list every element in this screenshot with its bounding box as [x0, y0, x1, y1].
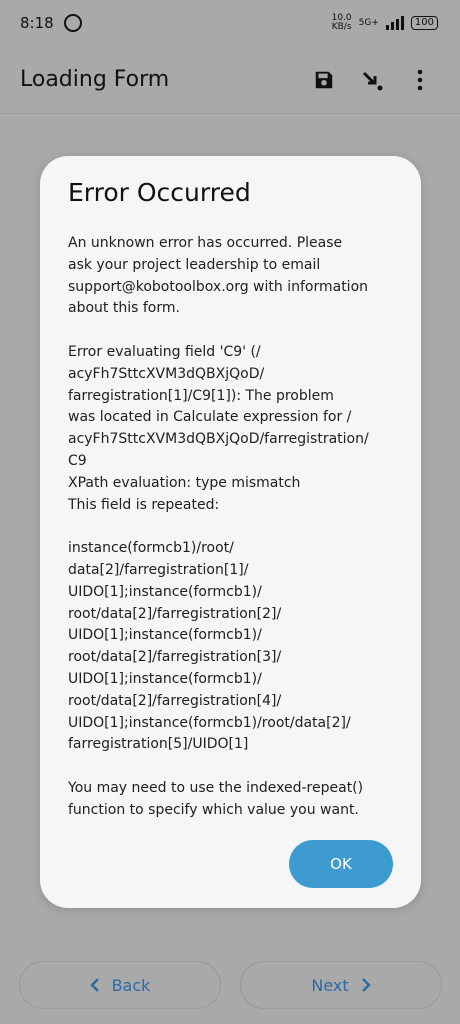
save-button[interactable] — [302, 58, 346, 102]
more-options-button[interactable] — [398, 58, 442, 102]
back-label: Back — [111, 975, 151, 995]
dialog-title: Error Occurred — [68, 178, 251, 207]
error-dialog: Error Occurred An unknown error has occu… — [40, 156, 421, 908]
signal-icon — [385, 16, 404, 30]
error-message: An unknown error has occurred. Please as… — [68, 235, 369, 818]
next-label: Next — [311, 975, 349, 995]
more-vert-icon — [417, 69, 423, 90]
status-right: 10.0 KB/s 5G+ 100 — [332, 14, 438, 32]
whatsapp-icon — [63, 14, 82, 32]
chevron-right-icon — [361, 978, 371, 992]
save-icon — [315, 71, 333, 88]
network-type: 5G+ — [358, 18, 379, 28]
download-button[interactable] — [350, 58, 394, 102]
network-speed: 10.0 KB/s — [332, 14, 352, 32]
status-time: 8:18 — [20, 14, 54, 32]
next-button[interactable]: Next — [240, 961, 442, 1009]
status-left: 8:18 — [20, 14, 82, 32]
chevron-left-icon — [89, 978, 99, 992]
battery-icon: 100 — [410, 16, 438, 30]
network-speed-unit: KB/s — [331, 22, 352, 32]
ok-button[interactable]: OK — [289, 840, 393, 888]
status-bar: 8:18 10.0 KB/s 5G+ 100 — [0, 0, 460, 46]
app-toolbar: Loading Form — [0, 46, 460, 114]
download-arrow-icon — [362, 71, 383, 90]
page-title: Loading Form — [20, 67, 170, 92]
back-button[interactable]: Back — [19, 961, 221, 1009]
